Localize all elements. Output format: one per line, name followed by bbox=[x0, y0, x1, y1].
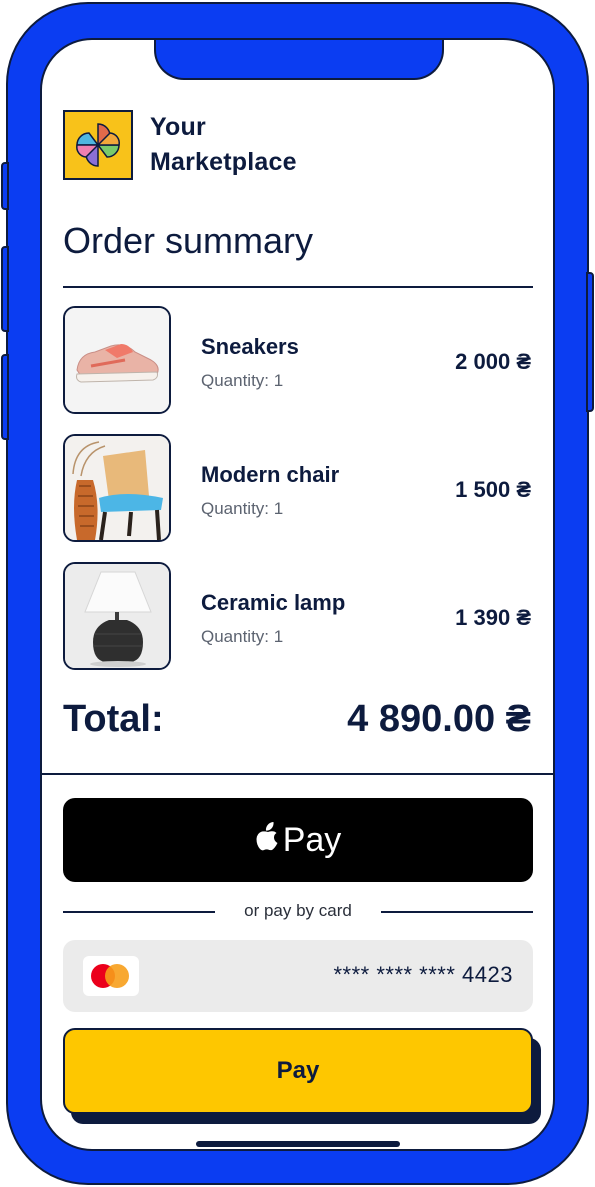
phone-screen: Your Marketplace Order summary Sneakers … bbox=[40, 38, 555, 1151]
volume-up-button bbox=[1, 246, 9, 332]
total-value: 4 890.00 ₴ bbox=[347, 698, 531, 740]
card-number: **** **** **** 4423 bbox=[333, 962, 513, 987]
item-quantity: Quantity: 1 bbox=[201, 499, 284, 518]
saved-card[interactable]: **** **** **** 4423 bbox=[63, 940, 533, 1012]
item-quantity: Quantity: 1 bbox=[201, 627, 284, 646]
mastercard-icon bbox=[83, 956, 139, 996]
apple-pay-button[interactable]: Pay bbox=[63, 798, 533, 882]
home-indicator[interactable] bbox=[196, 1141, 400, 1147]
page-title: Order summary bbox=[63, 220, 314, 261]
apple-icon bbox=[255, 821, 281, 859]
pay-button[interactable]: Pay bbox=[63, 1028, 533, 1114]
item-name: Modern chair bbox=[201, 462, 340, 487]
marketplace-logo bbox=[63, 110, 133, 180]
power-button bbox=[586, 272, 594, 412]
item-price: 1 500 ₴ bbox=[455, 477, 531, 502]
chair-image bbox=[65, 436, 169, 540]
total-label: Total: bbox=[63, 698, 164, 740]
item-thumbnail-lamp[interactable] bbox=[63, 562, 171, 670]
item-price: 2 000 ₴ bbox=[455, 349, 531, 374]
pay-button-label: Pay bbox=[276, 1057, 320, 1084]
section-divider bbox=[42, 773, 553, 775]
volume-down-button bbox=[1, 354, 9, 440]
item-thumbnail-chair[interactable] bbox=[63, 434, 171, 542]
brand-name: Your Marketplace bbox=[150, 110, 297, 180]
notch bbox=[154, 40, 444, 80]
or-separator: or pay by card bbox=[63, 900, 533, 924]
apple-pay-label: Pay bbox=[282, 820, 342, 859]
title-divider bbox=[63, 286, 533, 288]
item-name: Ceramic lamp bbox=[201, 590, 346, 615]
item-thumbnail-sneakers[interactable] bbox=[63, 306, 171, 414]
or-line-right bbox=[381, 911, 533, 913]
side-button bbox=[1, 162, 9, 210]
item-price: 1 390 ₴ bbox=[455, 605, 531, 630]
pinwheel-logo-icon bbox=[76, 123, 120, 167]
brand-line-2: Marketplace bbox=[150, 148, 297, 176]
lamp-image bbox=[65, 564, 169, 668]
item-quantity: Quantity: 1 bbox=[201, 371, 284, 390]
sneaker-image bbox=[65, 308, 169, 412]
brand-line-1: Your bbox=[150, 113, 206, 141]
item-name: Sneakers bbox=[201, 334, 299, 359]
